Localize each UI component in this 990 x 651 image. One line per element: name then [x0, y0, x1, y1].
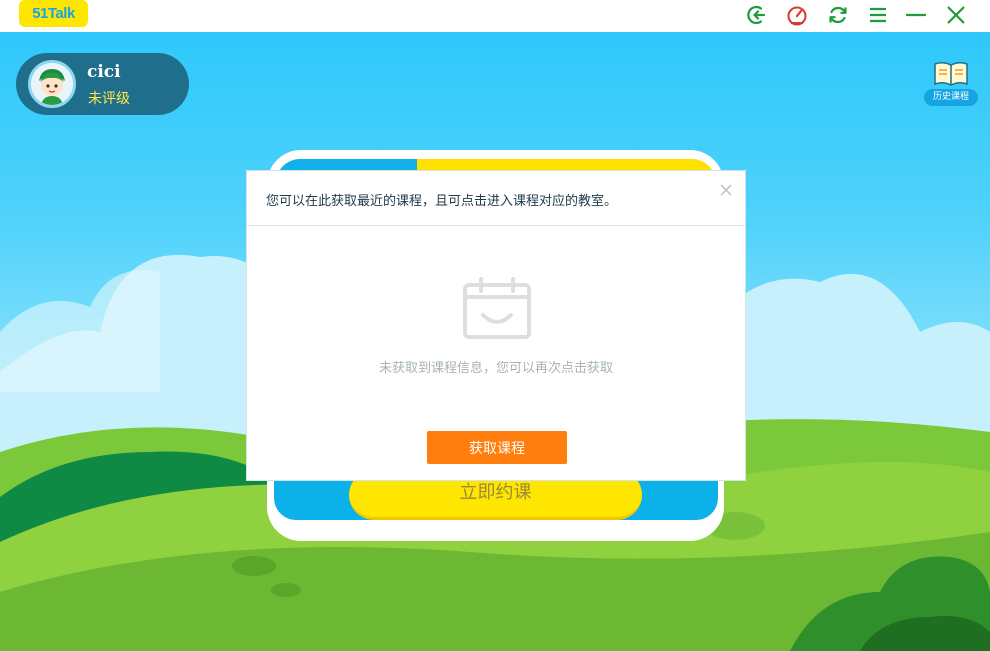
empty-message: 未获取到课程信息，您可以再次点击获取: [378, 361, 613, 376]
history-courses-label: 历史课程: [924, 89, 978, 106]
book-icon: [934, 61, 968, 86]
close-window-button[interactable]: [943, 2, 969, 28]
network-speed-button[interactable]: [784, 2, 810, 28]
dialog-header: 您可以在此获取最近的课程，且可点击进入课程对应的教室。: [247, 171, 745, 226]
exit-button[interactable]: [745, 2, 771, 28]
fetch-courses-button[interactable]: 获取课程: [427, 431, 567, 464]
close-icon: [947, 6, 965, 24]
recent-courses-dialog: 您可以在此获取最近的课程，且可点击进入课程对应的教室。 未获取到课程信息，您可以…: [246, 170, 746, 481]
history-courses-button[interactable]: 历史课程: [924, 60, 978, 106]
avatar-image: [31, 63, 73, 105]
empty-calendar-icon: [463, 277, 531, 339]
speedometer-icon: [787, 6, 807, 26]
dialog-title: 您可以在此获取最近的课程，且可点击进入课程对应的教室。: [266, 194, 618, 209]
minimize-button[interactable]: [903, 2, 929, 28]
user-level: 未评级: [88, 91, 130, 107]
minimize-icon: [906, 13, 926, 17]
avatar: [28, 60, 76, 108]
close-icon[interactable]: [719, 183, 733, 197]
menu-button[interactable]: [865, 2, 891, 28]
refresh-button[interactable]: [825, 2, 851, 28]
exit-icon: [747, 5, 766, 25]
title-bar: 51Talk: [0, 0, 990, 32]
refresh-icon: [829, 6, 847, 24]
app-logo: 51Talk: [19, 0, 88, 27]
username: cici: [87, 62, 121, 82]
menu-icon: [870, 7, 886, 23]
